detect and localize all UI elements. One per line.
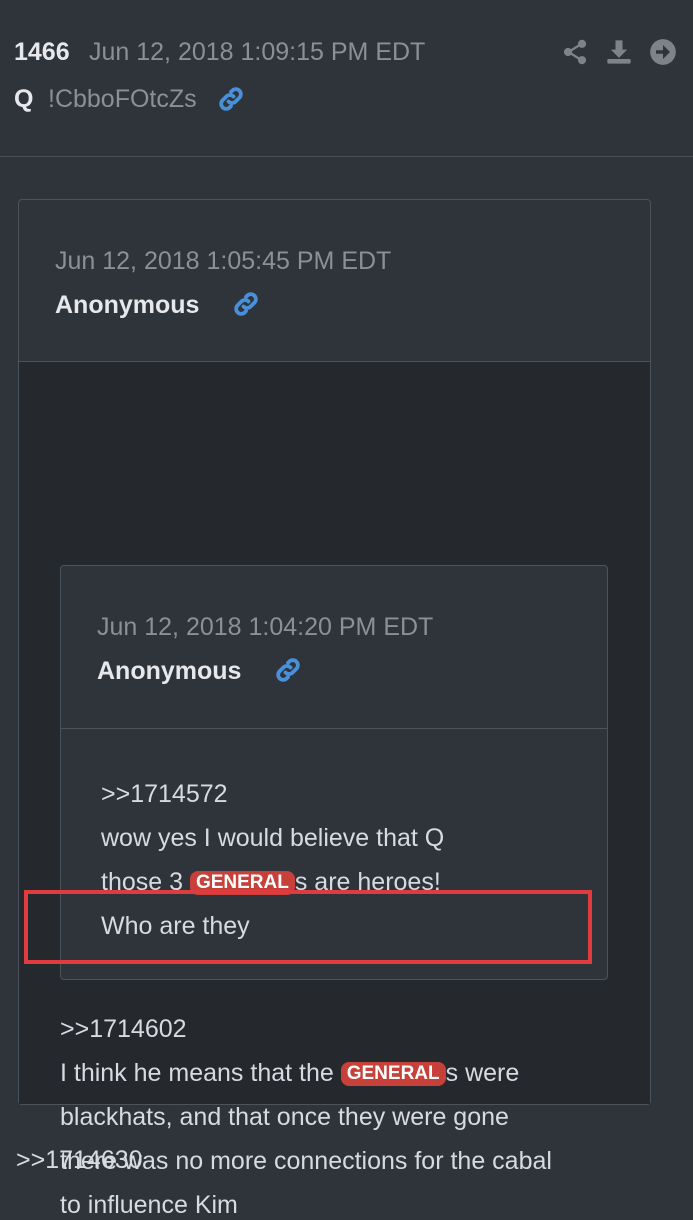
arrow-right-circle-icon[interactable] — [649, 38, 677, 66]
outer-post-line-1: I think he means that the GENERAL s were — [60, 1059, 519, 1088]
post-tripcode: !CbboFOtcZs — [48, 85, 197, 113]
inner-post-header: Jun 12, 2018 1:04:20 PM EDT Anonymous — [61, 566, 607, 729]
quoted-post-author: Anonymous — [55, 291, 200, 319]
general-tag: GENERAL — [340, 1062, 446, 1086]
post-reference-link[interactable]: >>1714630 — [16, 1146, 143, 1175]
link-icon[interactable] — [231, 289, 261, 319]
post-author: Q — [14, 85, 34, 113]
inner-post-author: Anonymous — [97, 657, 242, 685]
quoted-post-body: Jun 12, 2018 1:04:20 PM EDT Anonymous >>… — [19, 362, 650, 1219]
inner-post-timestamp: Jun 12, 2018 1:04:20 PM EDT — [97, 613, 434, 641]
outer-line-1-start: I think he means that the — [60, 1059, 341, 1087]
link-icon[interactable] — [216, 84, 246, 114]
link-icon[interactable] — [273, 655, 303, 685]
quoted-post-header: Jun 12, 2018 1:05:45 PM EDT Anonymous — [19, 200, 650, 362]
post-number[interactable]: 1466 — [14, 38, 70, 67]
outer-post-line-2: blackhats, and that once they were gone — [60, 1103, 509, 1131]
post-timestamp: Jun 12, 2018 1:09:15 PM EDT — [89, 38, 426, 66]
inner-post-line-1: wow yes I would believe that Q — [101, 824, 445, 852]
highlight-annotation-box — [24, 890, 592, 964]
outer-line-1-end: s were — [445, 1059, 520, 1087]
share-icon[interactable] — [561, 38, 589, 66]
post-header: 1466 Jun 12, 2018 1:09:15 PM EDT Q !Cbbo… — [0, 0, 693, 157]
quoted-post-timestamp: Jun 12, 2018 1:05:45 PM EDT — [55, 247, 392, 275]
quoted-post-outer: Jun 12, 2018 1:05:45 PM EDT Anonymous Ju… — [18, 199, 651, 1219]
download-icon[interactable] — [605, 38, 633, 66]
outer-post-line-4: to influence Kim — [60, 1191, 238, 1219]
outer-post-reference-link[interactable]: >>1714602 — [60, 1015, 187, 1044]
post-actions — [561, 38, 677, 66]
inner-post-reference-link[interactable]: >>1714572 — [101, 780, 228, 809]
